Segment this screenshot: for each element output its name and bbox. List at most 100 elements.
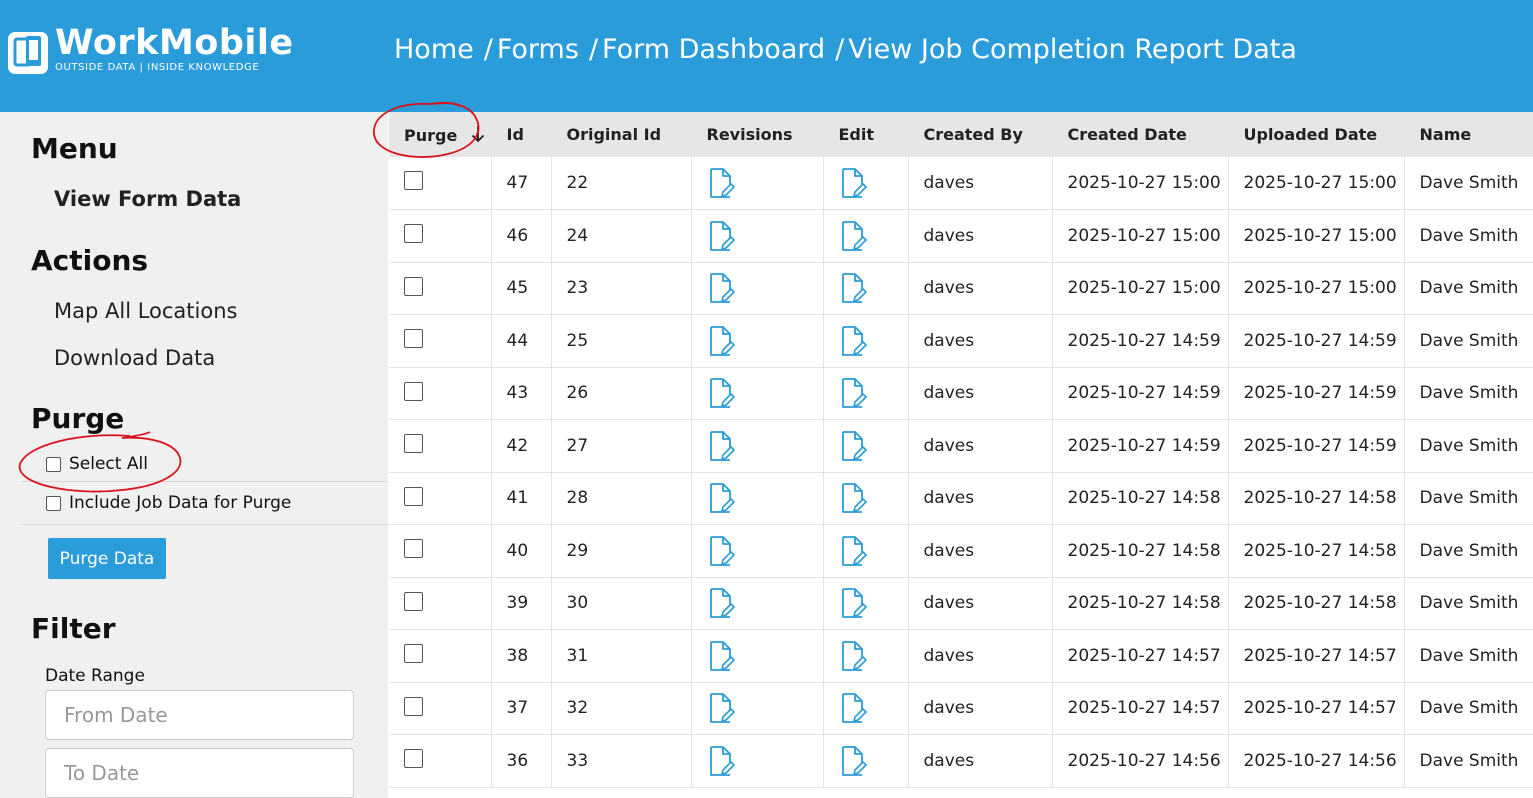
revisions-cell (691, 419, 824, 473)
revisions-cell (691, 367, 824, 420)
column-header-revisions[interactable]: Revisions (691, 112, 824, 157)
id-cell: 37 (491, 682, 552, 735)
revisions-document-icon[interactable] (707, 167, 735, 199)
row-purge-checkbox[interactable] (404, 224, 423, 243)
revisions-document-icon[interactable] (707, 377, 735, 409)
row-purge-checkbox[interactable] (404, 749, 423, 768)
breadcrumb-item[interactable]: Forms (497, 34, 579, 65)
edit-cell (823, 629, 909, 683)
table-row[interactable]: 39 30 daves 2025-10-27 14:58 2025-10-27 14:5… (389, 577, 1533, 630)
table-row[interactable]: 36 33 daves 2025-10-27 14:56 2025-10-27 14:5… (389, 734, 1533, 788)
from-date-input[interactable] (45, 690, 354, 740)
table-row[interactable]: 42 27 daves 2025-10-27 14:59 2025-10-27 14:5… (389, 419, 1533, 473)
table-row[interactable]: 44 25 daves 2025-10-27 14:59 2025-10-27 14:5… (389, 314, 1533, 368)
edit-document-icon[interactable] (839, 377, 867, 409)
revisions-document-icon[interactable] (707, 535, 735, 567)
include-job-data-checkbox[interactable] (46, 495, 61, 511)
revisions-document-icon[interactable] (707, 587, 735, 619)
column-header-created-date[interactable]: Created Date (1052, 112, 1229, 157)
table-row[interactable]: 41 28 daves 2025-10-27 14:58 2025-10-27 14:5… (389, 472, 1533, 525)
revisions-document-icon[interactable] (707, 220, 735, 252)
edit-document-icon[interactable] (839, 482, 867, 514)
table-row[interactable]: 45 23 daves 2025-10-27 15:00 2025-10-27 15:0… (389, 262, 1533, 315)
row-purge-checkbox[interactable] (404, 329, 423, 348)
edit-cell (823, 209, 909, 263)
row-purge-checkbox[interactable] (404, 539, 423, 558)
edit-document-icon[interactable] (839, 692, 867, 724)
edit-document-icon[interactable] (839, 587, 867, 619)
id-cell: 38 (491, 629, 552, 683)
map-all-locations-link[interactable]: Map All Locations (54, 299, 237, 323)
purge-data-button[interactable]: Purge Data (48, 538, 166, 579)
name-cell: Dave Smith (1404, 419, 1533, 473)
column-header-purge[interactable]: Purge (389, 112, 492, 157)
revisions-document-icon[interactable] (707, 745, 735, 777)
uploaded-date-cell: 2025-10-27 14:57 (1228, 682, 1405, 735)
edit-document-icon[interactable] (839, 167, 867, 199)
breadcrumb-item[interactable]: Home (394, 34, 474, 65)
breadcrumb-item[interactable]: Form Dashboard (602, 34, 825, 65)
table-row[interactable]: 40 29 daves 2025-10-27 14:58 2025-10-27 14:5… (389, 524, 1533, 578)
divider (22, 524, 388, 525)
menu-heading: Menu (31, 132, 118, 165)
row-purge-checkbox[interactable] (404, 486, 423, 506)
edit-document-icon[interactable] (839, 535, 867, 567)
row-purge-checkbox[interactable] (404, 591, 423, 611)
purge-cell (389, 419, 492, 473)
column-header-id[interactable]: Id (491, 112, 552, 157)
edit-document-icon[interactable] (839, 430, 867, 462)
column-header-original-id[interactable]: Original Id (551, 112, 692, 157)
edit-document-icon[interactable] (839, 745, 867, 777)
to-date-input[interactable] (45, 748, 354, 798)
sidebar: Menu View Form Data Actions Map All Loca… (0, 112, 388, 798)
table-row[interactable]: 38 31 daves 2025-10-27 14:57 2025-10-27 14:5… (389, 629, 1533, 683)
actions-heading: Actions (31, 244, 149, 277)
original-id-cell: 30 (551, 577, 692, 630)
table-row[interactable]: 37 32 daves 2025-10-27 14:57 2025-10-27 14:5… (389, 682, 1533, 735)
edit-document-icon[interactable] (839, 272, 867, 304)
revisions-document-icon[interactable] (707, 692, 735, 724)
table-row[interactable]: 46 24 daves 2025-10-27 15:00 2025-10-27 15:0… (389, 209, 1533, 263)
table-row[interactable]: 47 22 daves 2025-10-27 15:00 2025-10-27 15:0… (389, 157, 1533, 210)
select-all-checkbox[interactable] (46, 456, 61, 472)
include-job-data-row[interactable]: Include Job Data for Purge (46, 493, 291, 513)
revisions-document-icon[interactable] (707, 430, 735, 462)
name-cell: Dave Smith (1404, 367, 1533, 420)
name-cell: Dave Smith (1404, 209, 1533, 263)
original-id-cell: 22 (551, 157, 692, 210)
row-purge-checkbox[interactable] (404, 434, 423, 453)
table-row[interactable]: 43 26 daves 2025-10-27 14:59 2025-10-27 14:5… (389, 367, 1533, 420)
date-range-label: Date Range (45, 666, 145, 686)
edit-cell (823, 734, 909, 788)
edit-document-icon[interactable] (839, 220, 867, 252)
row-purge-checkbox[interactable] (404, 171, 423, 190)
id-cell: 42 (491, 419, 552, 473)
view-form-data-link[interactable]: View Form Data (54, 187, 241, 211)
column-header-name[interactable]: Name (1404, 112, 1533, 157)
data-table-container[interactable]: Purge Id Original Id Revisions Edit Crea… (389, 112, 1533, 798)
workmobile-logo[interactable]: WorkMobile OUTSIDE DATA | INSIDE KNOWLED… (7, 24, 294, 76)
uploaded-date-cell: 2025-10-27 14:59 (1228, 314, 1405, 368)
column-header-created-by[interactable]: Created By (908, 112, 1053, 157)
select-all-row[interactable]: Select All (46, 454, 148, 474)
column-header-edit[interactable]: Edit (823, 112, 909, 157)
revisions-document-icon[interactable] (707, 482, 735, 514)
download-data-link[interactable]: Download Data (54, 346, 215, 370)
revisions-document-icon[interactable] (707, 640, 735, 672)
column-header-uploaded-date[interactable]: Uploaded Date (1228, 112, 1405, 157)
revisions-document-icon[interactable] (707, 325, 735, 357)
row-purge-checkbox[interactable] (404, 696, 423, 716)
revisions-document-icon[interactable] (707, 272, 735, 304)
created-date-cell: 2025-10-27 14:59 (1052, 419, 1229, 473)
divider (22, 481, 388, 482)
edit-cell (823, 577, 909, 630)
arrow-down-icon[interactable] (471, 125, 485, 143)
breadcrumb-item[interactable]: View Job Completion Report Data (848, 34, 1297, 65)
row-purge-checkbox[interactable] (404, 644, 423, 663)
name-cell: Dave Smith (1404, 314, 1533, 368)
original-id-cell: 31 (551, 629, 692, 683)
edit-document-icon[interactable] (839, 325, 867, 357)
edit-document-icon[interactable] (839, 640, 867, 672)
row-purge-checkbox[interactable] (404, 381, 423, 401)
row-purge-checkbox[interactable] (404, 276, 423, 296)
